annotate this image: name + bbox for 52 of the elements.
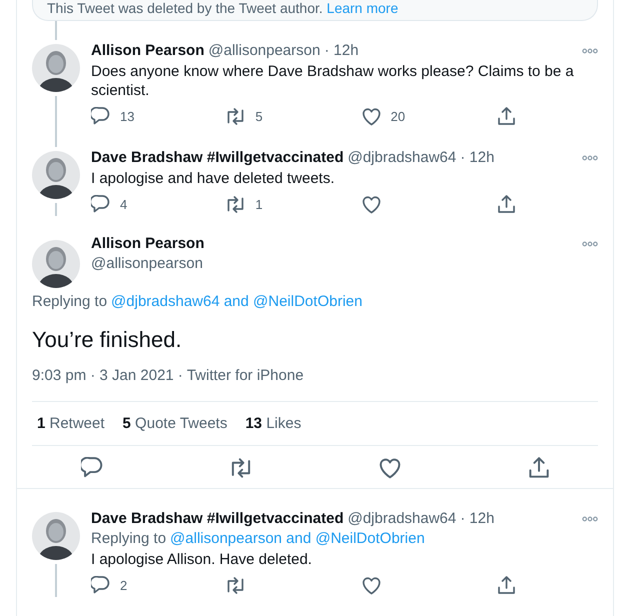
reply-icon[interactable] — [91, 107, 110, 126]
reply-icon[interactable] — [91, 576, 110, 595]
heart-icon[interactable] — [362, 107, 381, 126]
reply-icon[interactable] — [80, 457, 102, 479]
tweet-meta: 9:03 pm · 3 Jan 2021 · Twitter for iPhone — [32, 366, 598, 402]
retweet-icon[interactable] — [230, 457, 252, 479]
tweet-text: I apologise Allison. Have deleted. — [91, 550, 313, 569]
more-icon[interactable] — [582, 155, 598, 161]
more-icon[interactable] — [582, 48, 598, 54]
display-name[interactable]: Allison Pearson — [91, 41, 204, 61]
stat-link[interactable]: 1 Retweet — [37, 415, 105, 432]
tweet-text: I apologise and have deleted tweets. — [91, 169, 336, 188]
tweet-text: You’re finished. — [32, 326, 183, 354]
timestamp[interactable]: · 12h — [460, 509, 494, 529]
retweet-icon[interactable] — [226, 195, 246, 214]
more-icon[interactable] — [582, 516, 598, 522]
reply-count: 13 — [120, 109, 134, 124]
retweet-icon[interactable] — [226, 107, 246, 126]
heart-icon[interactable] — [362, 576, 381, 595]
avatar[interactable] — [32, 512, 80, 560]
replying-label: Replying to — [32, 292, 108, 312]
user-handle[interactable]: @allisonpearson — [91, 254, 204, 274]
like-count: 20 — [390, 109, 406, 124]
reply-count: 4 — [120, 197, 128, 212]
avatar[interactable] — [32, 151, 80, 199]
stat-link[interactable]: 13 Likes — [245, 415, 302, 432]
share-icon[interactable] — [528, 457, 550, 479]
share-icon[interactable] — [496, 107, 516, 126]
notice-text: This Tweet was deleted by the Tweet author. Learn more — [47, 0, 400, 17]
replying-label: Replying to — [91, 529, 166, 549]
timestamp[interactable]: · 12h — [324, 41, 359, 61]
user-handle[interactable]: @allisonpearson — [208, 41, 320, 61]
avatar[interactable] — [32, 240, 80, 288]
retweet-count: 1 — [255, 197, 263, 212]
share-icon[interactable] — [496, 576, 516, 595]
reply-count: 2 — [120, 578, 128, 593]
tweet-text: Does anyone know where Dave Bradshaw works please? Claims to be a scientist. — [91, 62, 575, 100]
heart-icon[interactable] — [362, 195, 381, 214]
user-handle[interactable]: @djbradshaw64 — [348, 509, 456, 529]
display-name[interactable]: Dave Bradshaw #Iwillgetvaccinated — [91, 509, 344, 529]
display-name[interactable]: Dave Bradshaw #Iwillgetvaccinated — [91, 148, 344, 168]
avatar[interactable] — [32, 44, 80, 92]
heart-icon[interactable] — [378, 457, 400, 479]
retweet-count: 5 — [255, 109, 263, 124]
reply-icon[interactable] — [91, 195, 110, 214]
share-icon[interactable] — [496, 195, 516, 214]
more-icon[interactable] — [582, 241, 598, 247]
display-name[interactable]: Allison Pearson — [91, 234, 204, 254]
user-handle[interactable]: @djbradshaw64 — [348, 148, 456, 168]
timestamp[interactable]: · 12h — [460, 148, 494, 168]
stat-link[interactable]: 5 Quote Tweets — [122, 415, 228, 432]
retweet-icon[interactable] — [226, 576, 246, 595]
